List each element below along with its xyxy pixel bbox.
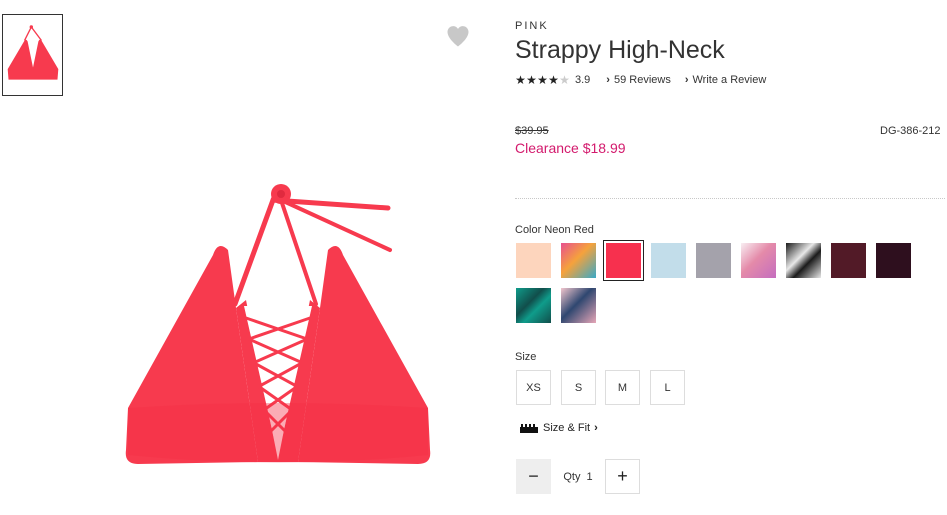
color-swatch-neon-red[interactable] — [603, 240, 644, 281]
color-label-text: Color — [515, 224, 542, 236]
star-empty-icon: ★ — [559, 73, 570, 87]
quantity-display: Qty 1 — [551, 459, 605, 494]
color-label: Color Neon Red — [515, 224, 594, 236]
color-swatch-tropical-print[interactable] — [561, 243, 596, 278]
star-icon: ★ — [515, 73, 526, 87]
color-swatch-burgundy[interactable] — [831, 243, 866, 278]
clearance-price: Clearance $18.99 — [515, 140, 626, 156]
product-title: Strappy High-Neck — [515, 36, 725, 64]
reviews-link-label: 59 Reviews — [613, 74, 671, 86]
chevron-right-icon: › — [684, 74, 689, 86]
color-swatch-teal-print[interactable] — [516, 288, 551, 323]
selected-color-name: Neon Red — [544, 224, 594, 236]
reviews-link[interactable]: › 59 Reviews — [606, 74, 671, 86]
write-review-link[interactable]: › Write a Review — [685, 74, 766, 86]
star-icon: ★ — [537, 73, 548, 87]
write-review-label: Write a Review — [692, 74, 767, 86]
original-price: $39.95 — [515, 125, 549, 137]
chevron-right-icon: › — [606, 74, 610, 86]
color-swatch-light-blue[interactable] — [651, 243, 686, 278]
rating-row: ★ ★ ★ ★ ★ 3.9 › 59 Reviews › Write a Rev… — [515, 72, 766, 88]
size-option-s[interactable]: S — [561, 370, 596, 405]
quantity-increase-button[interactable]: + — [605, 459, 640, 494]
color-swatch-leaf-print[interactable] — [561, 288, 596, 323]
thumbnail-image — [7, 25, 58, 80]
color-swatch-gray[interactable] — [696, 243, 731, 278]
brand-name: PINK — [515, 20, 549, 32]
color-swatch-palm-print[interactable] — [786, 243, 821, 278]
color-swatch-peach[interactable] — [516, 243, 551, 278]
star-icon: ★ — [526, 73, 537, 87]
color-swatch-dark-plum[interactable] — [876, 243, 911, 278]
star-rating: ★ ★ ★ ★ ★ — [515, 74, 570, 86]
quantity-label: Qty — [563, 470, 581, 483]
ruler-icon — [520, 423, 538, 433]
star-icon: ★ — [548, 73, 559, 87]
size-option-xs[interactable]: XS — [516, 370, 551, 405]
chevron-right-icon: › — [594, 422, 598, 434]
size-option-m[interactable]: M — [605, 370, 640, 405]
quantity-decrease-button[interactable]: − — [516, 459, 551, 494]
size-fit-link[interactable]: Size & Fit › — [520, 422, 598, 434]
color-swatch-floral-print[interactable] — [741, 243, 776, 278]
quantity-value[interactable]: 1 — [587, 471, 593, 483]
rating-value: 3.9 — [575, 74, 591, 86]
divider — [515, 198, 945, 199]
product-main-image — [118, 180, 438, 472]
product-sku: DG-386-212 — [880, 125, 941, 137]
size-fit-label: Size & Fit — [543, 422, 591, 434]
size-label: Size — [515, 351, 537, 363]
wishlist-heart-icon[interactable] — [444, 22, 472, 50]
size-option-l[interactable]: L — [650, 370, 685, 405]
product-thumbnail[interactable] — [2, 14, 63, 96]
